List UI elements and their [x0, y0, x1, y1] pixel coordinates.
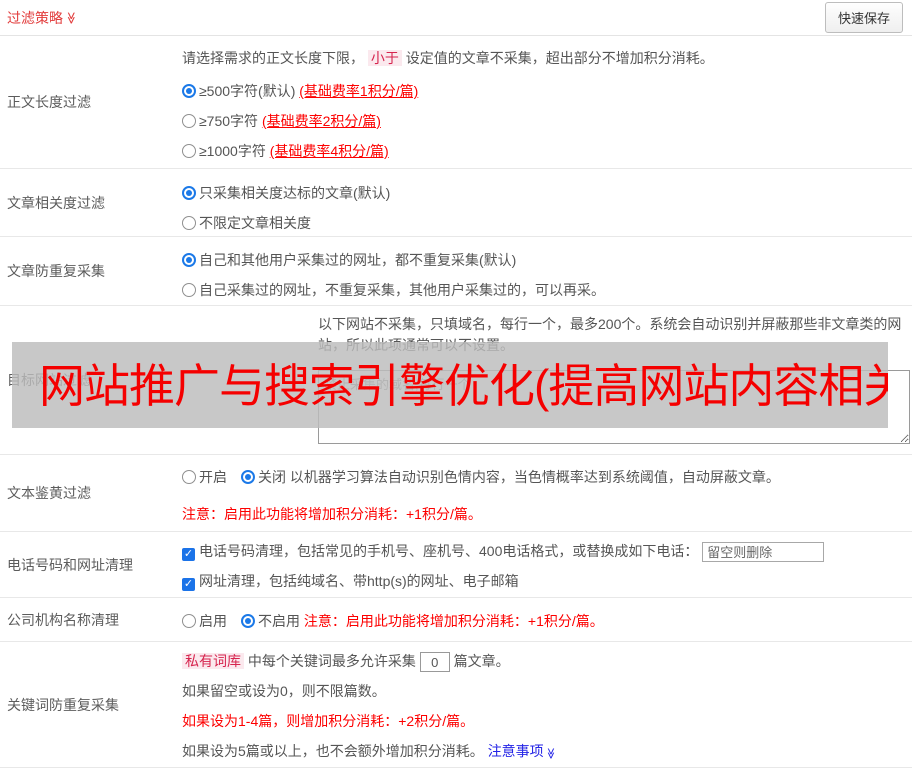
company-clean-label: 公司机构名称清理 [7, 611, 119, 628]
radio-500-icon[interactable] [182, 84, 196, 98]
notes-link[interactable]: 注意事项≫ [488, 743, 556, 759]
radio-1000-icon[interactable] [182, 144, 196, 158]
radio-porn-on-icon[interactable] [182, 470, 196, 484]
checkbox-url-clean-icon[interactable]: ✓ [182, 578, 195, 592]
row-relevance-filter: 文章相关度过滤 只采集相关度达标的文章(默认) 不限定文章相关度 [0, 169, 912, 237]
dedup-filter-label: 文章防重复采集 [7, 263, 105, 279]
chevron-down-icon: ≫ [543, 748, 556, 760]
radio-750-icon[interactable] [182, 114, 196, 128]
phone-url-clean-label: 电话号码和网址清理 [7, 556, 133, 573]
filter-strategy-page: 过滤策略 ≫ 快速保存 正文长度过滤 请选择需求的正文长度下限， 小于 设定值的… [0, 0, 912, 768]
radio-relevance-any-icon[interactable] [182, 216, 196, 230]
porn-filter-desc: 以机器学习算法自动识别色情内容，当色情概率达到系统阈值，自动屏蔽文章。 [289, 469, 780, 485]
porn-filter-note: 注意：启用此功能将增加积分消耗：+1积分/篇。 [182, 506, 482, 522]
row-keyword-dedup: 关键词防重复采集 私有词库 中每个关键词最多允许采集 篇文章。 如果留空或设为0… [0, 642, 912, 768]
radio-relevance-strict-icon[interactable] [182, 186, 196, 200]
row-dedup-filter: 文章防重复采集 自己和其他用户采集过的网址，都不重复采集(默认) 自己采集过的网… [0, 237, 912, 306]
private-lexicon-badge: 私有词库 [182, 653, 244, 669]
fee-1000: (基础费率4积分/篇) [269, 143, 389, 159]
company-clean-note: 注意：启用此功能将增加积分消耗：+1积分/篇。 [303, 613, 604, 629]
watermark-text: 网站推广与搜索引擎优化(提高网站内容相关 [39, 360, 888, 412]
radio-company-enable-icon[interactable] [182, 614, 196, 628]
fee-750: (基础费率2积分/篇) [261, 113, 381, 129]
length-filter-desc: 请选择需求的正文长度下限， 小于 设定值的文章不采集，超出部分不增加积分消耗。 [182, 50, 714, 66]
radio-company-disable-icon[interactable] [241, 614, 255, 628]
keyword-dedup-line2: 如果留空或设为0，则不限篇数。 [182, 683, 386, 700]
page-header: 过滤策略 ≫ 快速保存 [0, 0, 912, 36]
row-company-clean: 公司机构名称清理 启用 不启用 注意：启用此功能将增加积分消耗：+1积分/篇。 [0, 598, 912, 642]
keyword-dedup-line4: 如果设为5篇或以上，也不会额外增加积分消耗。 注意事项≫ [182, 743, 556, 760]
phone-clean-line: ✓ 电话号码清理，包括常见的手机号、座机号、400电话格式，或替换成如下电话： [182, 541, 912, 563]
url-clean-line: ✓ 网址清理，包括纯域名、带http(s)的网址、电子邮箱 [182, 573, 519, 592]
relevance-option-any: 不限定文章相关度 [182, 213, 912, 234]
page-title-text: 过滤策略 [7, 9, 63, 26]
radio-porn-off-icon[interactable] [241, 470, 255, 484]
porn-filter-label: 文本鉴黄过滤 [7, 485, 91, 501]
relevance-filter-label: 文章相关度过滤 [7, 194, 105, 211]
keyword-dedup-line1: 私有词库 中每个关键词最多允许采集 篇文章。 [182, 651, 912, 673]
length-option-750: ≥750字符 (基础费率2积分/篇) [182, 111, 912, 132]
checkbox-phone-clean-icon[interactable]: ✓ [182, 548, 195, 561]
porn-filter-options: 开启 关闭 以机器学习算法自动识别色情内容，当色情概率达到系统阈值，自动屏蔽文章。 [182, 467, 912, 488]
keyword-dedup-line3: 如果设为1-4篇，则增加积分消耗：+2积分/篇。 [182, 713, 475, 730]
fee-500: (基础费率1积分/篇) [299, 83, 419, 99]
row-porn-filter: 文本鉴黄过滤 开启 关闭 以机器学习算法自动识别色情内容，当色情概率达到系统阈值，… [0, 455, 912, 532]
watermark-overlay: 网站推广与搜索引擎优化(提高网站内容相关 [12, 342, 888, 428]
length-filter-label: 正文长度过滤 [7, 94, 91, 110]
page-title[interactable]: 过滤策略 ≫ [7, 8, 78, 28]
row-length-filter: 正文长度过滤 请选择需求的正文长度下限， 小于 设定值的文章不采集，超出部分不增… [0, 36, 912, 169]
length-option-1000: ≥1000字符 (基础费率4积分/篇) [182, 141, 912, 162]
dedup-option-own: 自己采集过的网址，不重复采集，其他用户采集过的，可以再采。 [182, 280, 912, 301]
keyword-dedup-label: 关键词防重复采集 [7, 696, 119, 713]
chevron-down-icon: ≫ [64, 11, 79, 24]
max-articles-input[interactable] [419, 652, 450, 673]
radio-dedup-all-icon[interactable] [182, 253, 196, 267]
dedup-option-all: 自己和其他用户采集过的网址，都不重复采集(默认) [182, 250, 912, 271]
relevance-option-strict: 只采集相关度达标的文章(默认) [182, 183, 912, 204]
length-option-500: ≥500字符(默认) (基础费率1积分/篇) [182, 81, 912, 102]
company-clean-options: 启用 不启用 注意：启用此功能将增加积分消耗：+1积分/篇。 [182, 611, 912, 632]
quick-save-button[interactable]: 快速保存 [824, 2, 903, 33]
row-phone-url-clean: 电话号码和网址清理 ✓ 电话号码清理，包括常见的手机号、座机号、400电话格式，或… [0, 532, 912, 598]
radio-dedup-own-icon[interactable] [182, 283, 196, 297]
replacement-phone-input[interactable] [702, 542, 825, 563]
less-than-highlight: 小于 [367, 50, 402, 66]
